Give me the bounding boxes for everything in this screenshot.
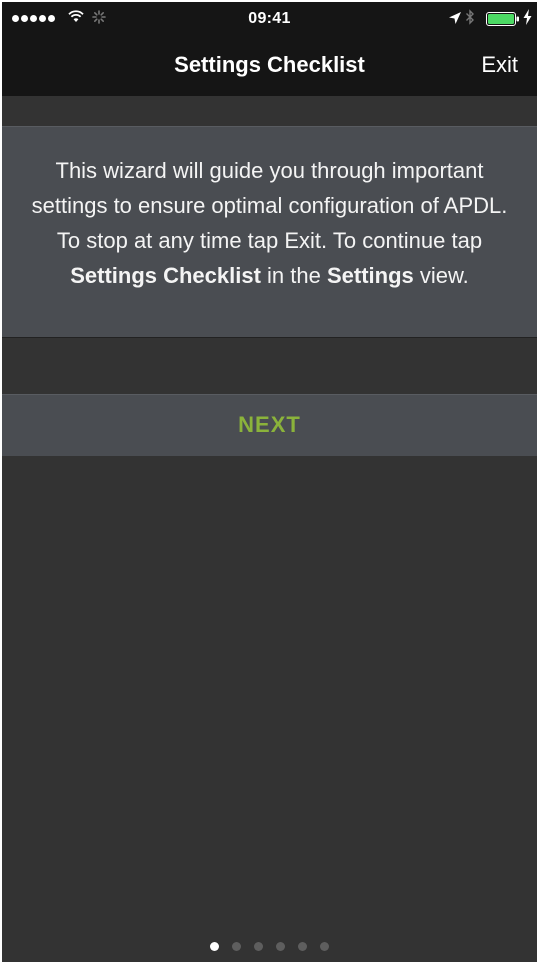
exit-button[interactable]: Exit <box>481 52 518 78</box>
location-arrow-icon <box>449 12 461 24</box>
charging-bolt-icon <box>523 9 532 25</box>
battery-icon <box>486 12 519 26</box>
page-indicator[interactable] <box>2 942 537 951</box>
info-text-part: view. <box>413 263 469 288</box>
navigation-bar: Settings Checklist Exit <box>2 36 537 96</box>
page-dot-active <box>210 942 219 951</box>
info-text-part: in the <box>260 263 327 288</box>
bluetooth-icon <box>466 9 474 25</box>
phone-screen: 09:41 Settings Checklist Exit This wizar… <box>2 2 537 962</box>
wizard-info-panel: This wizard will guide you through impor… <box>2 126 537 338</box>
wizard-description: This wizard will guide you through impor… <box>18 153 521 293</box>
settings-checklist-emphasis: Settings Checklist <box>70 263 261 288</box>
page-dot <box>232 942 241 951</box>
status-bar: 09:41 <box>2 2 537 36</box>
page-title: Settings Checklist <box>174 52 365 77</box>
page-dot <box>254 942 263 951</box>
settings-emphasis: Settings <box>326 263 414 288</box>
page-dot <box>276 942 285 951</box>
page-dot <box>298 942 307 951</box>
info-text-part: This wizard will guide you through impor… <box>31 158 508 253</box>
next-button[interactable]: NEXT <box>2 394 537 456</box>
page-dot <box>320 942 329 951</box>
